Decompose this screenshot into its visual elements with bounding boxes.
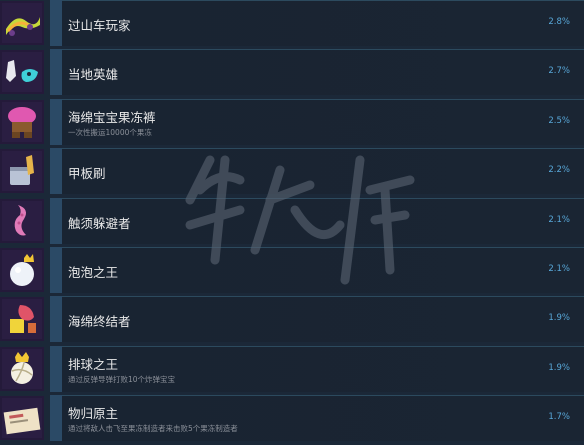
achievement-panel (50, 49, 584, 96)
achievement-panel (50, 148, 584, 195)
achievement-row[interactable]: 甲板刷 2.2% (0, 148, 584, 197)
achievement-row[interactable]: 物归原主 通过将敌人击飞至果冻制造者来击败5个果冻制造者 1.7% (0, 395, 584, 444)
achievement-name: 过山车玩家 (68, 18, 131, 33)
achievement-panel (50, 345, 584, 392)
achievement-panel (50, 246, 584, 293)
achievement-percent: 2.8% (548, 17, 570, 27)
sponge-terminator-icon (0, 297, 44, 342)
progress-bar (50, 0, 62, 46)
achievement-row[interactable]: 当地英雄 2.7% (0, 49, 584, 98)
rollercoaster-icon (0, 1, 44, 45)
achievement-row[interactable]: 触须躲避者 2.1% (0, 197, 584, 247)
achievement-name: 触须躲避者 (68, 215, 131, 231)
achievement-name: 物归原主 (68, 406, 119, 422)
achievement-list: 过山车玩家 2.8% 当地英雄 2.7% 海绵宝宝果冻裤 一次性搬运10000个… (0, 0, 584, 445)
bubble-king-icon (0, 247, 44, 292)
progress-bar (50, 395, 62, 442)
progress-bar (50, 197, 62, 244)
progress-bar (50, 296, 62, 343)
achievement-description: 通过反弹导弹打败10个炸弹宝宝 (68, 374, 176, 384)
achievement-name: 当地英雄 (68, 67, 119, 83)
achievement-name: 甲板刷 (68, 166, 106, 182)
progress-bar (50, 49, 62, 96)
achievement-row[interactable]: 海绵宝宝果冻裤 一次性搬运10000个果冻 2.5% (0, 98, 584, 148)
achievement-name: 排球之王 (68, 356, 119, 372)
achievement-percent: 1.7% (548, 412, 570, 423)
sock-puppets-icon (0, 50, 44, 95)
achievement-row[interactable]: 过山车玩家 2.8% (0, 0, 584, 49)
achievement-description: 一次性搬运10000个果冻 (68, 127, 152, 137)
achievement-row[interactable]: 排球之王 通过反弹导弹打败10个炸弹宝宝 1.9% (0, 345, 584, 395)
achievement-percent: 2.1% (548, 214, 570, 225)
return-letter-icon (0, 396, 44, 441)
volleyball-king-icon (0, 346, 44, 391)
achievement-row[interactable]: 泡泡之王 2.1% (0, 246, 584, 296)
achievement-percent: 1.9% (548, 313, 570, 324)
achievement-name: 海绵终结者 (68, 314, 131, 330)
progress-bar (50, 98, 62, 145)
achievement-name: 泡泡之王 (68, 264, 119, 280)
tentacle-icon (0, 198, 44, 243)
achievement-row[interactable]: 海绵终结者 1.9% (0, 296, 584, 345)
achievement-name: 海绵宝宝果冻裤 (68, 109, 156, 125)
achievement-percent: 2.2% (548, 165, 570, 176)
achievement-percent: 2.7% (548, 66, 570, 77)
progress-bar (50, 148, 62, 195)
progress-bar (50, 246, 62, 293)
achievement-description: 通过将敌人击飞至果冻制造者来击败5个果冻制造者 (68, 424, 238, 434)
achievement-percent: 2.1% (548, 263, 570, 274)
achievement-panel (50, 395, 584, 442)
achievement-percent: 2.5% (548, 115, 570, 126)
jelly-pants-icon (0, 99, 44, 144)
deck-brush-icon (0, 149, 44, 194)
progress-bar (50, 345, 62, 392)
achievement-percent: 1.9% (548, 362, 570, 373)
